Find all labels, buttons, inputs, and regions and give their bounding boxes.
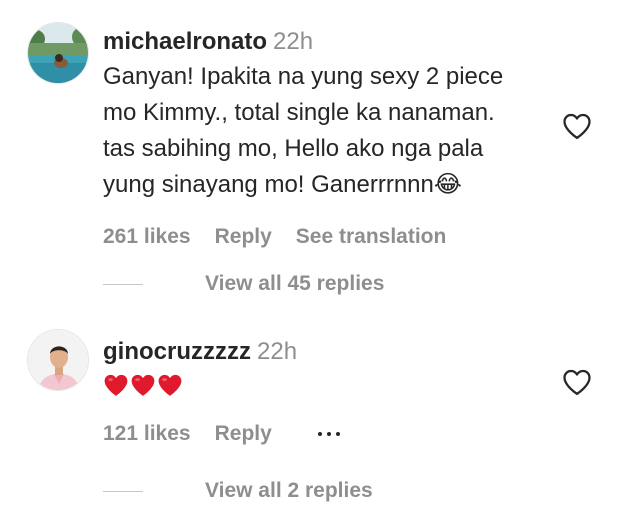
comment-header: ginocruzzzzz 22h (103, 337, 543, 367)
red-heart-emoji-icon (131, 374, 155, 396)
timestamp[interactable]: 22h (257, 338, 297, 365)
red-heart-emoji-icon (158, 374, 182, 396)
see-translation-button[interactable]: See translation (296, 225, 447, 249)
replies-divider (103, 283, 143, 285)
view-replies-button[interactable]: View all 45 replies (103, 272, 384, 296)
reply-button[interactable]: Reply (215, 422, 272, 446)
comment-text (103, 373, 183, 397)
comment-text-line: Ganyan! Ipakita na yung sexy 2 piece (103, 63, 504, 90)
comment-text: Ganyan! Ipakita na yung sexy 2 piece mo … (103, 59, 543, 203)
view-replies-label[interactable]: View all 2 replies (205, 479, 373, 503)
comment-actions: 121 likes Reply (103, 422, 543, 446)
more-options-icon[interactable] (317, 432, 340, 436)
username[interactable]: ginocruzzzzz (103, 338, 251, 365)
avatar-michaelronato[interactable] (27, 22, 89, 84)
view-replies-label[interactable]: View all 45 replies (205, 272, 384, 296)
avatar-ginocruzzzzz[interactable] (27, 329, 89, 391)
comment-text-line: tas sabihing mo, Hello ako nga pala (103, 135, 484, 162)
heart-outline-icon[interactable] (562, 112, 592, 140)
view-replies-button[interactable]: View all 2 replies (103, 479, 373, 503)
heart-outline-icon[interactable] (562, 368, 592, 396)
replies-divider (103, 490, 143, 492)
comment-text-line: yung sinayang mo! Ganerrrnnn😂 (103, 171, 462, 198)
reply-button[interactable]: Reply (215, 225, 272, 249)
likes-count[interactable]: 121 likes (103, 422, 191, 446)
comment-actions: 261 likes Reply See translation (103, 225, 543, 249)
likes-count[interactable]: 261 likes (103, 225, 191, 249)
comment-text-line: mo Kimmy., total single ka nanaman. (103, 99, 495, 126)
comment-header: michaelronato 22h (103, 27, 543, 57)
username[interactable]: michaelronato (103, 28, 267, 55)
red-heart-emoji-icon (104, 374, 128, 396)
timestamp[interactable]: 22h (273, 28, 313, 55)
